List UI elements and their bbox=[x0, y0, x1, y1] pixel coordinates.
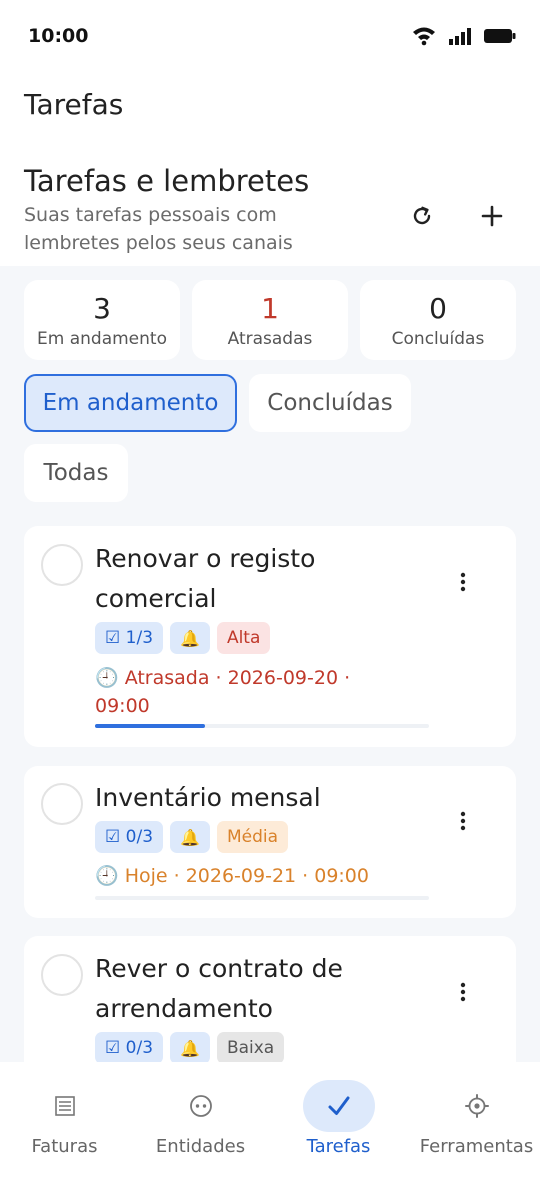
more-options-button[interactable] bbox=[450, 567, 476, 597]
bottom-nav: Faturas Entidades Tarefas Ferramentas bbox=[0, 1062, 540, 1181]
nav-label: Faturas bbox=[31, 1136, 98, 1157]
status-time: 10:00 bbox=[28, 25, 89, 47]
due-date: 🕘 Hoje · 2026-09-21 · 09:00 bbox=[95, 865, 369, 887]
filter-chip-completed[interactable]: Concluídas bbox=[249, 374, 411, 432]
task-card[interactable]: Renovar o registo comercial ☑ 1/3 🔔 Alta… bbox=[24, 526, 516, 747]
nav-item-invoices[interactable]: Faturas bbox=[0, 1062, 132, 1181]
stat-label: Atrasadas bbox=[227, 329, 313, 349]
priority-badge: Baixa bbox=[216, 1032, 285, 1064]
stat-card-completed: 0 Concluídas bbox=[360, 280, 516, 360]
invoice-icon bbox=[29, 1080, 101, 1132]
more-options-button[interactable] bbox=[450, 806, 476, 836]
stat-label: Em andamento bbox=[37, 329, 167, 349]
stat-label: Concluídas bbox=[391, 329, 485, 349]
gear-icon bbox=[441, 1080, 513, 1132]
add-task-button[interactable] bbox=[472, 196, 512, 236]
stat-value: 1 bbox=[261, 292, 279, 325]
checklist-badge: ☑ 0/3 bbox=[95, 1032, 164, 1064]
stat-card-in-progress: 3 Em andamento bbox=[24, 280, 180, 360]
task-card[interactable]: Inventário mensal ☑ 0/3 🔔 Média 🕘 Hoje ·… bbox=[24, 766, 516, 918]
battery-icon bbox=[484, 29, 516, 43]
due-date: 🕘 Atrasada · 2026-09-20 · 09:00 bbox=[95, 667, 351, 717]
task-tags: ☑ 1/3 🔔 Alta bbox=[95, 622, 271, 654]
complete-task-radio[interactable] bbox=[41, 954, 83, 996]
wifi-icon bbox=[413, 27, 435, 46]
checklist-badge: ☑ 0/3 bbox=[95, 821, 164, 853]
section-title: Tarefas e lembretes bbox=[24, 164, 310, 198]
stat-value: 0 bbox=[429, 292, 447, 325]
filter-chip-in-progress[interactable]: Em andamento bbox=[24, 374, 237, 432]
status-bar: 10:00 bbox=[0, 0, 540, 72]
bell-icon: 🔔 bbox=[170, 1032, 210, 1064]
stat-card-overdue: 1 Atrasadas bbox=[192, 280, 348, 360]
more-vert-icon bbox=[460, 982, 466, 1002]
complete-task-radio[interactable] bbox=[41, 544, 83, 586]
signal-icon bbox=[449, 28, 471, 45]
nav-label: Entidades bbox=[155, 1136, 246, 1157]
task-title: Inventário mensal bbox=[95, 783, 321, 812]
plus-icon bbox=[481, 205, 503, 227]
nav-label: Ferramentas bbox=[419, 1136, 534, 1157]
checklist-progress bbox=[95, 896, 429, 900]
task-content: 3 Em andamento 1 Atrasadas 0 Concluídas … bbox=[0, 266, 540, 1066]
page-title: Tarefas bbox=[24, 88, 124, 121]
check-icon bbox=[302, 1080, 375, 1132]
refresh-button[interactable] bbox=[402, 196, 442, 236]
section-subtitle: Suas tarefas pessoais com lembretes pelo… bbox=[24, 204, 293, 254]
more-vert-icon bbox=[460, 572, 466, 592]
complete-task-radio[interactable] bbox=[41, 783, 83, 825]
more-options-button[interactable] bbox=[450, 977, 476, 1007]
nav-label: Tarefas bbox=[306, 1136, 371, 1157]
stat-value: 3 bbox=[93, 292, 111, 325]
task-title: Renovar o registo comercial bbox=[95, 544, 316, 613]
task-tags: ☑ 0/3 🔔 Média bbox=[95, 821, 288, 853]
priority-badge: Alta bbox=[216, 622, 271, 654]
checklist-badge: ☑ 1/3 bbox=[95, 622, 164, 654]
filter-chip-all[interactable]: Todas bbox=[24, 444, 128, 502]
more-vert-icon bbox=[460, 811, 466, 831]
bell-icon: 🔔 bbox=[170, 821, 210, 853]
nav-item-tools[interactable]: Ferramentas bbox=[409, 1062, 540, 1181]
nav-item-tasks[interactable]: Tarefas bbox=[271, 1062, 406, 1181]
refresh-icon bbox=[413, 206, 431, 225]
task-title: Rever o contrato de arrendamento bbox=[95, 954, 343, 1023]
bell-icon: 🔔 bbox=[170, 622, 210, 654]
nav-item-entities[interactable]: Entidades bbox=[133, 1062, 268, 1181]
checklist-progress bbox=[95, 724, 429, 728]
task-card[interactable]: Rever o contrato de arrendamento ☑ 0/3 🔔… bbox=[24, 936, 516, 1066]
status-icons bbox=[412, 26, 516, 46]
entity-icon bbox=[165, 1080, 237, 1132]
progress-fill bbox=[95, 724, 206, 728]
task-tags: ☑ 0/3 🔔 Baixa bbox=[95, 1032, 285, 1064]
priority-badge: Média bbox=[216, 821, 288, 853]
